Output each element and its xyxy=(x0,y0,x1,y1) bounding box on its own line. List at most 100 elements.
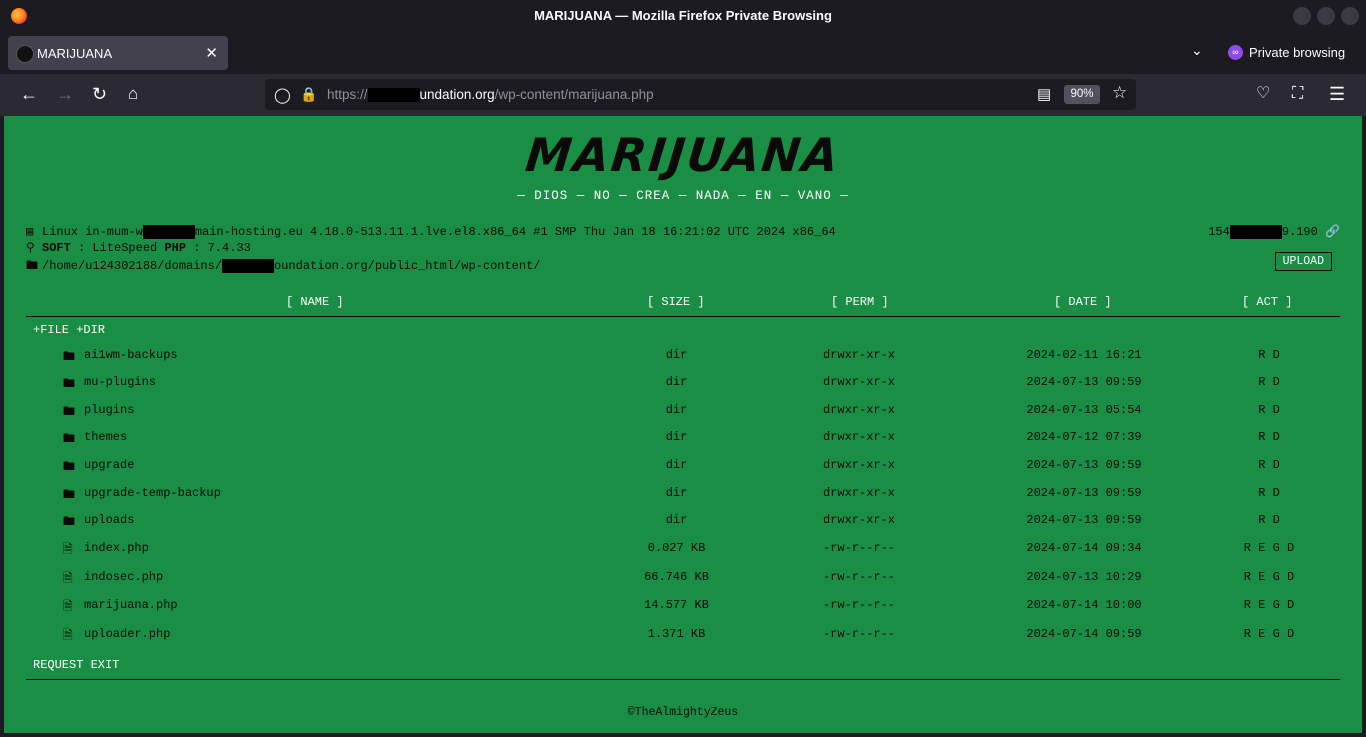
file-name-link[interactable]: mu-plugins xyxy=(84,375,156,389)
maximize-button[interactable] xyxy=(1317,7,1335,25)
file-name-link[interactable]: upgrade xyxy=(84,458,134,472)
file-date[interactable]: 2024-07-12 07:39 xyxy=(1009,430,1159,444)
redacted-block xyxy=(142,224,195,239)
forward-arrow-icon[interactable]: → xyxy=(56,84,74,104)
file-size: 1.371 KB xyxy=(647,627,706,641)
file-name-link[interactable]: index.php xyxy=(84,541,149,555)
file-actions[interactable]: R E G D xyxy=(1204,627,1334,641)
file-size: dir xyxy=(665,458,688,472)
file-actions[interactable]: R D xyxy=(1204,513,1334,527)
tab-title: MARIJUANA xyxy=(37,46,113,61)
file-actions[interactable]: R D xyxy=(1204,486,1334,500)
list-all-tabs-chevron-icon[interactable]: ⌄ xyxy=(1191,42,1203,59)
file-date[interactable]: 2024-07-13 09:59 xyxy=(1009,458,1159,472)
file-name-link[interactable]: uploader.php xyxy=(84,627,170,641)
file-size: dir xyxy=(665,348,688,362)
zoom-level-badge[interactable]: 90% xyxy=(1064,85,1100,104)
folder-icon: 🖿 xyxy=(63,377,76,391)
file-permissions[interactable]: -rw-r--r-- xyxy=(789,627,929,641)
table-row: 🖿 upgrade dir drwxr-xr-x 2024-07-13 09:59 R D xyxy=(4,456,1362,478)
file-permissions[interactable]: -rw-r--r-- xyxy=(789,570,929,584)
pocket-icon[interactable]: ♡ xyxy=(1256,84,1270,104)
back-arrow-icon[interactable]: ← xyxy=(20,84,38,104)
footer-divider xyxy=(26,679,1340,680)
file-permissions[interactable]: drwxr-xr-x xyxy=(789,486,929,500)
file-actions[interactable]: R D xyxy=(1204,375,1334,389)
header-perm: [ PERM ] xyxy=(831,295,889,309)
file-actions[interactable]: R D xyxy=(1204,348,1334,362)
file-name-link[interactable]: marijuana.php xyxy=(84,598,178,612)
link-icon[interactable]: 🔗 xyxy=(1325,225,1340,239)
request-exit-link[interactable]: REQUEST EXIT xyxy=(33,658,119,672)
file-size: 14.577 KB xyxy=(644,598,709,612)
close-tab-icon[interactable]: ✕ xyxy=(205,44,218,62)
home-icon[interactable]: ⌂ xyxy=(128,84,138,104)
minimize-button[interactable] xyxy=(1293,7,1311,25)
file-size: dir xyxy=(665,375,688,389)
file-name-link[interactable]: plugins xyxy=(84,403,134,417)
file-name-link[interactable]: themes xyxy=(84,430,127,444)
table-row: 🖿 themes dir drwxr-xr-x 2024-07-12 07:39 R D xyxy=(4,428,1362,450)
folder-icon: 🖿 xyxy=(63,350,76,364)
file-actions[interactable]: R E G D xyxy=(1204,541,1334,555)
hamburger-menu-icon[interactable]: ☰ xyxy=(1329,84,1345,104)
file-permissions[interactable]: drwxr-xr-x xyxy=(789,513,929,527)
lock-icon[interactable]: 🔒 xyxy=(300,86,317,103)
file-icon: 🗎 xyxy=(63,543,73,557)
file-actions[interactable]: R D xyxy=(1204,430,1334,444)
file-date[interactable]: 2024-07-14 09:34 xyxy=(1009,541,1159,555)
file-date[interactable]: 2024-07-13 09:59 xyxy=(1009,375,1159,389)
folder-icon: 🖿 xyxy=(63,432,76,446)
file-date[interactable]: 2024-07-13 09:59 xyxy=(1009,486,1159,500)
file-permissions[interactable]: drwxr-xr-x xyxy=(789,375,929,389)
file-permissions[interactable]: -rw-r--r-- xyxy=(789,598,929,612)
server-ip: 154 9.190 🔗 xyxy=(1208,224,1340,239)
file-name-link[interactable]: indosec.php xyxy=(84,570,163,584)
file-permissions[interactable]: drwxr-xr-x xyxy=(789,348,929,362)
window-titlebar: MARIJUANA — Mozilla Firefox Private Brow… xyxy=(0,0,1366,32)
file-name-link[interactable]: ai1wm-backups xyxy=(84,348,178,362)
reload-icon[interactable]: ↻ xyxy=(92,84,107,104)
file-actions[interactable]: R D xyxy=(1204,403,1334,417)
address-bar[interactable]: ◯ 🔒 https://undation.org/wp-content/mari… xyxy=(265,79,1136,110)
close-window-button[interactable] xyxy=(1341,7,1359,25)
file-name-link[interactable]: upgrade-temp-backup xyxy=(84,486,221,500)
file-icon: 🗎 xyxy=(63,600,73,614)
table-row: 🖿 ai1wm-backups dir drwxr-xr-x 2024-02-11 16… xyxy=(4,346,1362,368)
file-actions[interactable]: R E G D xyxy=(1204,598,1334,612)
upload-button[interactable]: UPLOAD xyxy=(1274,252,1332,271)
bookmark-star-icon[interactable]: ☆ xyxy=(1112,83,1127,103)
header-size: [ SIZE ] xyxy=(647,295,705,309)
file-name-link[interactable]: uploads xyxy=(84,513,134,527)
tab-marijuana[interactable]: MARIJUANA ✕ xyxy=(8,36,228,70)
file-date[interactable]: 2024-02-11 16:21 xyxy=(1009,348,1159,362)
table-row: 🗎 indosec.php 66.746 KB -rw-r--r-- 2024-07-1… xyxy=(4,568,1362,590)
file-date[interactable]: 2024-07-14 10:00 xyxy=(1009,598,1159,612)
file-size: dir xyxy=(665,403,688,417)
file-permissions[interactable]: drwxr-xr-x xyxy=(789,403,929,417)
table-row: 🗎 uploader.php 1.371 KB -rw-r--r-- 2024-07-1… xyxy=(4,625,1362,647)
table-row: 🖿 upgrade-temp-backup dir drwxr-xr-x 2024-07… xyxy=(4,484,1362,506)
extensions-puzzle-icon[interactable]: ⛶ xyxy=(1292,84,1303,104)
file-actions[interactable]: R D xyxy=(1204,458,1334,472)
file-icon: 🗎 xyxy=(63,629,73,643)
table-row: 🖿 uploads dir drwxr-xr-x 2024-07-13 09:59 R D xyxy=(4,511,1362,533)
table-row: 🗎 index.php 0.027 KB -rw-r--r-- 2024-07-14 0… xyxy=(4,539,1362,561)
folder-icon: 🖿 xyxy=(63,405,76,419)
reader-view-icon[interactable]: ▤ xyxy=(1037,85,1051,103)
file-date[interactable]: 2024-07-13 10:29 xyxy=(1009,570,1159,584)
file-permissions[interactable]: drwxr-xr-x xyxy=(789,458,929,472)
new-file-dir-links[interactable]: +FILE +DIR xyxy=(33,323,105,337)
redacted-block xyxy=(222,258,275,273)
redacted-block xyxy=(367,88,420,103)
file-actions[interactable]: R E G D xyxy=(1204,570,1334,584)
uname-line: ▤ Linux in-mum-w main-hosting.eu 4.18.0-51… xyxy=(26,224,836,239)
file-permissions[interactable]: -rw-r--r-- xyxy=(789,541,929,555)
window-title: MARIJUANA — Mozilla Firefox Private Brow… xyxy=(534,8,832,23)
file-date[interactable]: 2024-07-14 09:59 xyxy=(1009,627,1159,641)
file-date[interactable]: 2024-07-13 05:54 xyxy=(1009,403,1159,417)
url-text[interactable]: https://undation.org/wp-content/marijuan… xyxy=(327,87,654,103)
file-date[interactable]: 2024-07-13 09:59 xyxy=(1009,513,1159,527)
file-permissions[interactable]: drwxr-xr-x xyxy=(789,430,929,444)
tracking-protection-shield-icon[interactable]: ◯ xyxy=(274,86,291,104)
